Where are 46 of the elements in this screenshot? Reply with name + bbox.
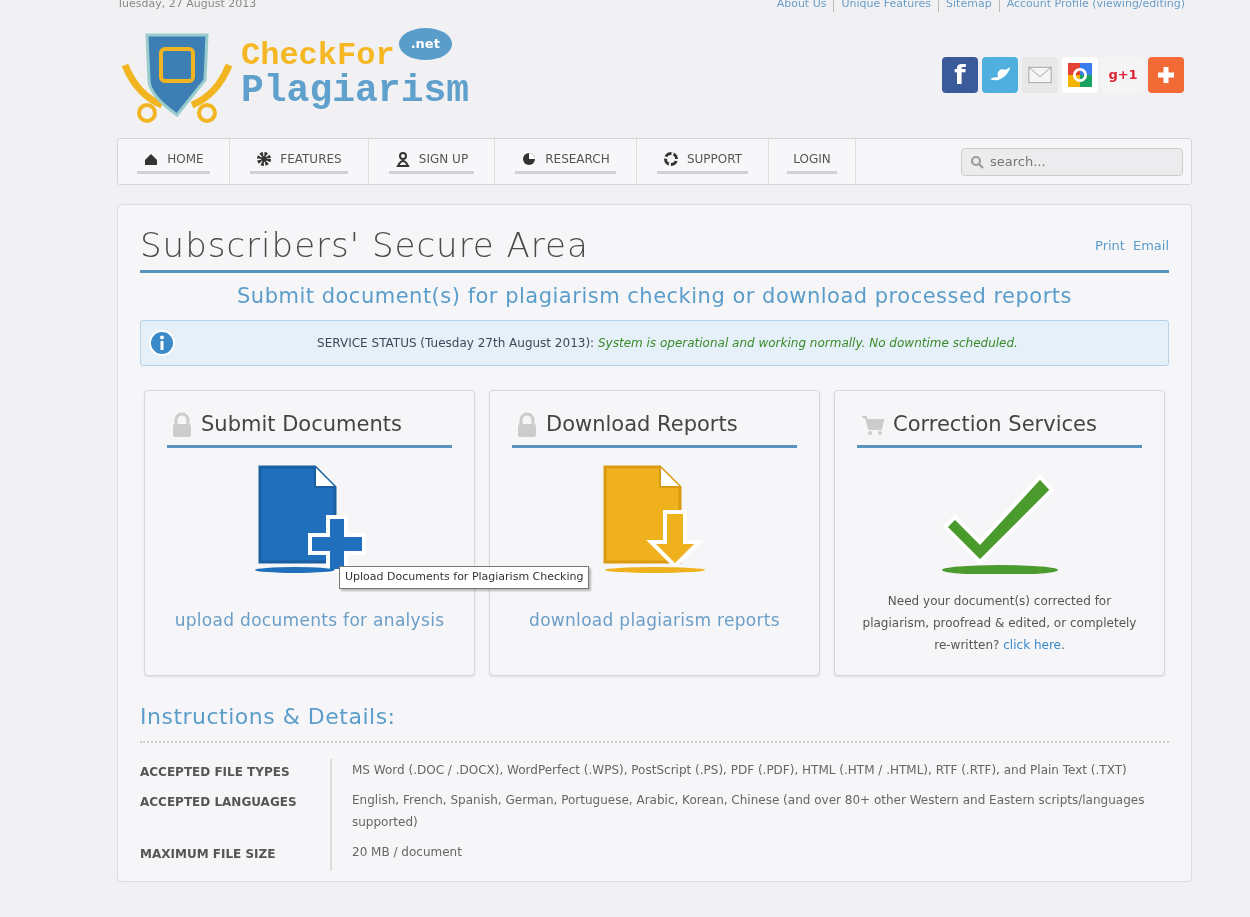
gear-icon — [256, 150, 273, 167]
nav-link[interactable]: FEATURES — [230, 139, 369, 184]
panel-link[interactable]: upload documents for analysis — [174, 607, 445, 634]
padlock-icon — [516, 412, 538, 439]
plus-icon — [1156, 65, 1176, 85]
facebook-button[interactable]: f — [942, 57, 978, 93]
user-icon — [394, 150, 411, 167]
plus-one-button[interactable]: g+1 — [1102, 57, 1144, 93]
nav-link[interactable]: HOME — [118, 139, 230, 184]
logo-text: CheckFor — [241, 40, 395, 72]
panel-text: Need your document(s) corrected for plagiarism, proofread & edited, or completely re-written? click here. — [861, 592, 1138, 654]
panel-title: Submit Documents — [201, 411, 402, 439]
share-more-button[interactable] — [1148, 57, 1184, 93]
subtitle: Submit document(s) for plagiarism checking or download processed reports — [236, 282, 1073, 310]
twitter-button[interactable] — [982, 57, 1018, 93]
pie-chart-icon — [521, 150, 538, 167]
page-action-link[interactable]: Print — [1095, 235, 1125, 256]
panel-title: Correction Services — [893, 411, 1097, 439]
search-field[interactable]: search... — [961, 147, 1183, 176]
page-title: Subscribers' Secure Area — [140, 225, 589, 266]
detail-value: MS Word (.DOC / .DOCX), WordPerfect (.WPS), PostScript (.PS), PDF (.PDF), HTML (.HTM / .HTML), RTF (.RTF), and Plain Text (.TXT) — [330, 759, 1127, 790]
tooltip: Upload Documents for Plagiarism Checking — [339, 566, 590, 589]
panel-title: Download Reports — [546, 411, 738, 439]
section-heading: Instructions & Details: — [140, 700, 1169, 744]
nav-link[interactable]: SIGN UP — [369, 139, 495, 184]
email-button[interactable] — [1022, 57, 1058, 93]
status-text: SERVICE STATUS (Tuesday 27th August 2013): System is operational and working normally. No downtime scheduled. — [316, 335, 1019, 353]
nav-link[interactable]: LOGIN — [769, 139, 856, 184]
page-action-link[interactable]: Email — [1132, 235, 1169, 256]
info-icon — [149, 330, 175, 357]
envelope-icon — [1028, 65, 1052, 85]
detail-label: MAXIMUM FILE SIZE — [140, 846, 277, 864]
detail-label: ACCEPTED FILE TYPES — [140, 764, 291, 782]
google-button[interactable] — [1062, 57, 1098, 93]
detail-value: English, French, Spanish, German, Portuguese, Arabic, Korean, Chinese (and over 80+ other Western and Eastern scripts/languages supported) — [330, 789, 1169, 842]
click-here-link[interactable]: click here — [1003, 637, 1061, 652]
padlock-icon — [171, 412, 193, 439]
cart-icon — [861, 414, 885, 437]
domain-badge: .net — [398, 28, 452, 60]
detail-value: 20 MB / document — [330, 841, 462, 872]
logo-text: Plagiarism — [241, 72, 470, 110]
lifebuoy-icon — [662, 150, 679, 167]
nav-link[interactable]: RESEARCH — [495, 139, 637, 184]
panel-link[interactable]: download plagiarism reports — [529, 607, 780, 634]
nav-link[interactable]: SUPPORT — [637, 139, 769, 184]
detail-label: ACCEPTED LANGUAGES — [140, 794, 298, 812]
